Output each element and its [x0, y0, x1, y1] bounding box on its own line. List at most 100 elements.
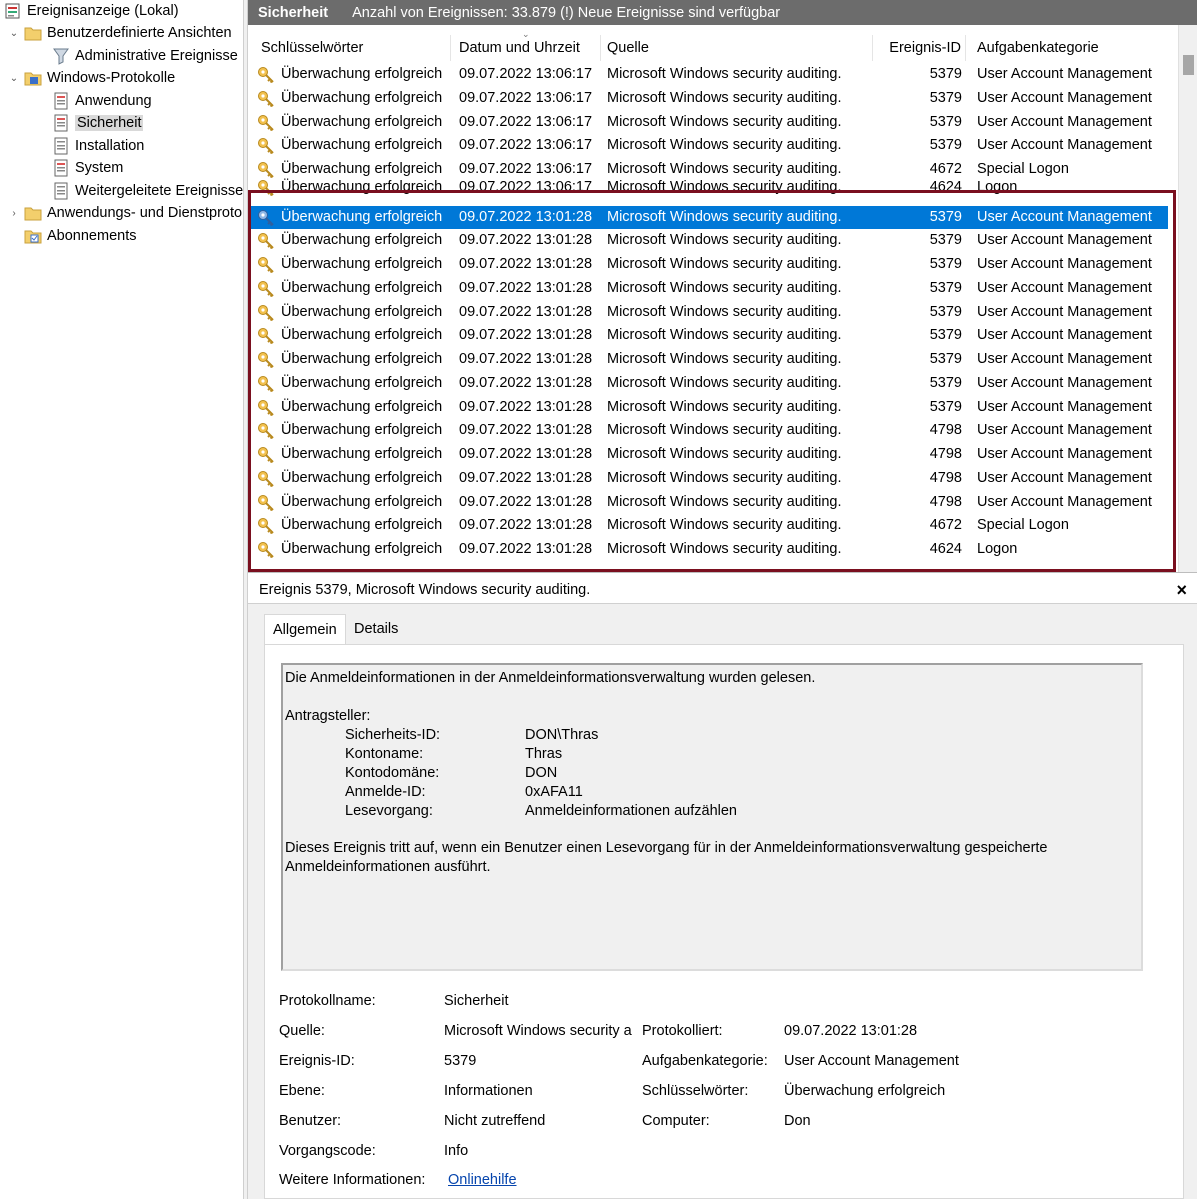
online-help-link[interactable]: Onlinehilfe	[448, 1170, 517, 1190]
column-header-task-category[interactable]: Aufgabenkategorie	[973, 35, 1168, 61]
chevron-down-icon[interactable]: ⌄	[8, 73, 20, 84]
event-datetime: 09.07.2022 13:01:28	[459, 232, 593, 249]
event-row[interactable]: Überwachung erfolgreich 09.07.2022 13:01:…	[248, 396, 1168, 419]
tree-admin-events-label: Administrative Ereignisse	[75, 48, 238, 64]
event-task-category: User Account Management	[977, 89, 1152, 106]
event-keywords: Überwachung erfolgreich	[281, 66, 443, 82]
audit-key-icon	[258, 138, 274, 155]
tree-app-services-label: Anwendungs- und Dienstprotokolle	[47, 205, 243, 221]
event-source: Microsoft Windows security auditing.	[607, 178, 842, 195]
tree-log-sicherheit[interactable]: Sicherheit	[52, 112, 144, 134]
prop-event-id: 5379	[444, 1053, 477, 1069]
event-task-category: Logon	[977, 178, 1018, 195]
audit-key-icon	[258, 67, 274, 83]
event-row[interactable]: Überwachung erfolgreich 09.07.2022 13:06:…	[248, 111, 1168, 134]
event-row[interactable]: Überwachung erfolgreich 09.07.2022 13:01:…	[248, 205, 1168, 229]
audit-key-icon	[258, 542, 274, 558]
event-id: 5379	[929, 374, 962, 391]
folder-icon	[24, 27, 42, 41]
column-header-keywords[interactable]: Schlüsselwörter	[257, 35, 451, 61]
tree-app-services[interactable]: › Anwendungs- und Dienstprotokolle	[8, 202, 243, 224]
tree-windows-logs[interactable]: ⌄ Windows-Protokolle	[8, 67, 175, 89]
tree-log-system[interactable]: System	[52, 157, 123, 179]
event-row[interactable]: Überwachung erfolgreich 09.07.2022 13:06:…	[248, 176, 1168, 199]
scrollbar-thumb[interactable]	[1183, 55, 1194, 75]
prop-label: Weitere Informationen:	[279, 1172, 426, 1188]
event-task-category: User Account Management	[977, 208, 1152, 225]
event-source: Microsoft Windows security auditing.	[607, 374, 842, 391]
event-row[interactable]: Überwachung erfolgreich 09.07.2022 13:01:…	[248, 348, 1168, 371]
event-row[interactable]: Überwachung erfolgreich 09.07.2022 13:01:…	[248, 443, 1168, 466]
tree-log-forwarded[interactable]: Weitergeleitete Ereignisse	[52, 180, 243, 202]
event-row[interactable]: Überwachung erfolgreich 09.07.2022 13:01:…	[248, 253, 1168, 276]
event-datetime: 09.07.2022 13:01:28	[459, 422, 593, 439]
chevron-right-icon[interactable]: ›	[8, 208, 20, 219]
message-field-value: DON\Thras	[525, 727, 599, 743]
subscriptions-icon	[24, 230, 42, 244]
tree-admin-events[interactable]: Administrative Ereignisse	[52, 45, 238, 67]
audit-key-icon	[258, 179, 274, 196]
sort-descending-icon: ⌄	[522, 29, 530, 39]
event-source: Microsoft Windows security auditing.	[607, 89, 842, 106]
event-task-category: User Account Management	[977, 137, 1152, 154]
event-task-category: User Account Management	[977, 422, 1152, 439]
close-icon[interactable]: ×	[1176, 580, 1187, 600]
event-row[interactable]: Überwachung erfolgreich 09.07.2022 13:01:…	[248, 491, 1168, 514]
event-row[interactable]: Überwachung erfolgreich 09.07.2022 13:01:…	[248, 277, 1168, 300]
event-datetime: 09.07.2022 13:06:17	[459, 89, 593, 106]
audit-key-icon	[258, 304, 274, 321]
prop-computer: Don	[784, 1113, 811, 1129]
event-row[interactable]: Überwachung erfolgreich 09.07.2022 13:01:…	[248, 372, 1168, 395]
message-field-value: 0xAFA11	[525, 784, 583, 800]
event-row[interactable]: Überwachung erfolgreich 09.07.2022 13:06:…	[248, 63, 1168, 86]
column-header-source[interactable]: Quelle	[603, 35, 873, 61]
event-source: Microsoft Windows security auditing.	[607, 232, 842, 249]
event-source: Microsoft Windows security auditing.	[607, 327, 842, 344]
event-row[interactable]: Überwachung erfolgreich 09.07.2022 13:01:…	[248, 229, 1168, 252]
tab-details[interactable]: Details	[346, 614, 406, 644]
event-message-box[interactable]: Die Anmeldeinformationen in der Anmeldei…	[281, 663, 1143, 971]
audit-key-icon	[258, 328, 274, 345]
event-row[interactable]: Überwachung erfolgreich 09.07.2022 13:06:…	[248, 134, 1168, 157]
column-header-event-id[interactable]: Ereignis-ID	[875, 35, 966, 61]
event-row[interactable]: Überwachung erfolgreich 09.07.2022 13:01:…	[248, 419, 1168, 442]
message-field-label: Kontodomäne:	[345, 765, 440, 781]
event-row[interactable]: Überwachung erfolgreich 09.07.2022 13:06:…	[248, 87, 1168, 110]
filter-icon	[53, 48, 69, 65]
event-keywords: Überwachung erfolgreich	[281, 374, 443, 391]
tree-root[interactable]: Ereignisanzeige (Lokal)	[4, 0, 179, 22]
message-explanation: Dieses Ereignis tritt auf, wenn ein Benu…	[285, 840, 1048, 856]
event-id: 4798	[929, 493, 962, 510]
event-datetime: 09.07.2022 13:01:28	[459, 493, 593, 510]
tree-subscriptions[interactable]: Abonnements	[24, 225, 136, 247]
tree-log-anwendung[interactable]: Anwendung	[52, 90, 152, 112]
event-task-category: User Account Management	[977, 232, 1152, 249]
event-id: 5379	[929, 232, 962, 249]
event-task-category: User Account Management	[977, 374, 1152, 391]
event-source: Microsoft Windows security auditing.	[607, 351, 842, 367]
tab-allgemein[interactable]: Allgemein	[264, 614, 346, 645]
prop-label: Protokolliert:	[642, 1023, 723, 1039]
event-keywords: Überwachung erfolgreich	[281, 279, 443, 296]
event-task-category: User Account Management	[977, 327, 1152, 344]
audit-key-icon	[258, 447, 274, 463]
detail-title: Ereignis 5379, Microsoft Windows securit…	[248, 576, 1197, 604]
audit-key-icon	[258, 114, 274, 131]
navigation-tree: Ereignisanzeige (Lokal) ⌄ Benutzerdefini…	[0, 0, 243, 1199]
vertical-scrollbar[interactable]	[1178, 25, 1197, 572]
log-title: Sicherheit	[258, 4, 329, 21]
event-datetime: 09.07.2022 13:06:17	[459, 113, 593, 130]
audit-key-icon	[258, 375, 274, 392]
event-row[interactable]: Überwachung erfolgreich 09.07.2022 13:01:…	[248, 538, 1168, 561]
event-row[interactable]: Überwachung erfolgreich 09.07.2022 13:01:…	[248, 467, 1168, 490]
tree-log-installation[interactable]: Installation	[52, 135, 144, 157]
event-row[interactable]: Überwachung erfolgreich 09.07.2022 13:01:…	[248, 301, 1168, 324]
tree-custom-views[interactable]: ⌄ Benutzerdefinierte Ansichten	[8, 22, 232, 44]
event-datetime: 09.07.2022 13:01:28	[459, 374, 593, 391]
event-row[interactable]: Überwachung erfolgreich 09.07.2022 13:01:…	[248, 324, 1168, 347]
event-row[interactable]: Überwachung erfolgreich 09.07.2022 13:01:…	[248, 514, 1168, 537]
event-id: 5379	[929, 256, 962, 272]
event-keywords: Überwachung erfolgreich	[281, 327, 443, 344]
event-source: Microsoft Windows security auditing.	[607, 422, 842, 439]
chevron-down-icon[interactable]: ⌄	[8, 28, 20, 39]
